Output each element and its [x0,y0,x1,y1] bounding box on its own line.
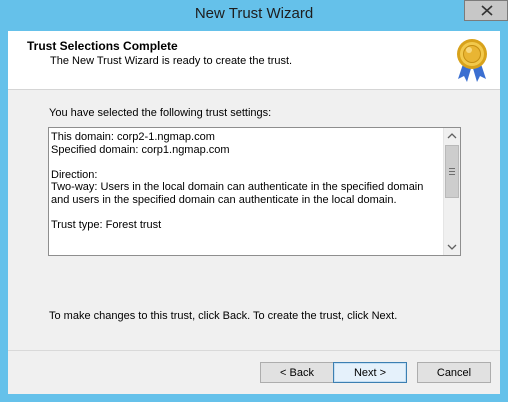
wizard-header: Trust Selections Complete The New Trust … [8,31,500,90]
scroll-down-button[interactable] [444,239,460,255]
trust-settings-content: This domain: corp2-1.ngmap.com Specified… [51,131,441,231]
vertical-scrollbar[interactable] [443,128,460,255]
wizard-window: New Trust Wizard Trust Selections Comple… [0,0,508,402]
back-button[interactable]: < Back [260,362,334,383]
instructions-text: To make changes to this trust, click Bac… [49,310,398,322]
chevron-up-icon [447,133,457,139]
close-button[interactable] [464,0,508,21]
close-icon [481,5,493,16]
scroll-up-button[interactable] [444,128,460,144]
page-subtitle: The New Trust Wizard is ready to create … [50,55,293,67]
settings-trust-type: Trust type: Forest trust [51,218,162,231]
award-seal-icon [457,39,487,82]
dialog-body: Trust Selections Complete The New Trust … [8,31,500,394]
intro-text: You have selected the following trust se… [49,107,272,119]
page-title: Trust Selections Complete [27,39,178,53]
trust-settings-textbox[interactable]: This domain: corp2-1.ngmap.com Specified… [48,127,461,256]
settings-direction-label: Direction: [51,168,98,181]
next-button[interactable]: Next > [333,362,407,383]
cancel-button[interactable]: Cancel [417,362,491,383]
footer-divider [8,350,500,351]
settings-this-domain: This domain: corp2-1.ngmap.com [51,131,215,143]
settings-direction-value: Two-way: Users in the local domain can a… [51,181,424,206]
scroll-thumb[interactable] [445,145,459,198]
window-title: New Trust Wizard [194,5,314,22]
title-bar[interactable]: New Trust Wizard [0,0,508,28]
chevron-down-icon [447,244,457,250]
settings-specified-domain: Specified domain: corp1.ngmap.com [51,143,230,156]
